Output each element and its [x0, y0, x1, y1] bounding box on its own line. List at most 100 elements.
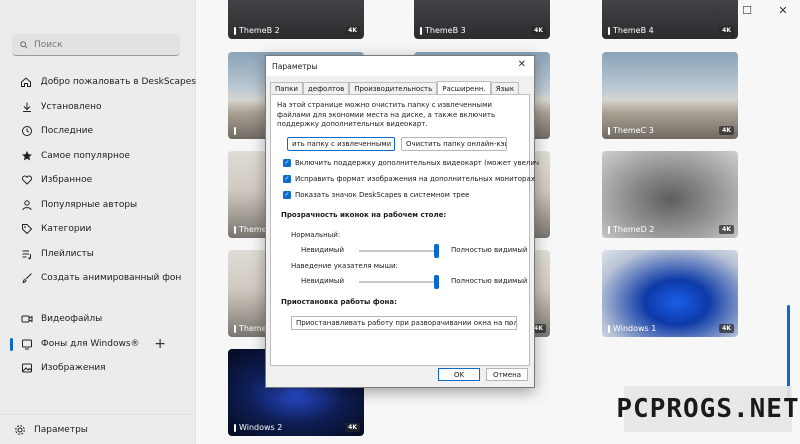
sidebar-item-images[interactable]: Изображения: [0, 356, 196, 381]
checkbox-checked-icon: ✓: [283, 191, 291, 199]
heart-icon: [20, 174, 33, 187]
image-icon: [20, 362, 33, 375]
wallpaper-tile[interactable]: ThemeB 2 4K: [228, 0, 364, 39]
sidebar-item-label: Самое популярное: [41, 150, 130, 161]
slider-thumb[interactable]: [434, 275, 439, 289]
tile-title: Windows 1: [613, 324, 657, 333]
tab-advanced[interactable]: Расширенн.: [437, 81, 491, 95]
tile-title: ThemeB 2: [239, 26, 280, 35]
sidebar-item-favorites[interactable]: Избранное: [0, 168, 196, 193]
pause-mode-select[interactable]: Приостанавливать работу при разворачиван…: [291, 316, 517, 330]
sidebar-item-label: Популярные авторы: [41, 199, 138, 210]
checkbox-checked-icon: ✓: [283, 159, 291, 167]
tile-title: ThemeB 3: [425, 26, 466, 35]
sidebar-item-label: Установлено: [41, 101, 102, 112]
sidebar-item-label: Последние: [41, 126, 94, 137]
resolution-badge: 4K: [719, 225, 734, 234]
checkbox-checked-icon: ✓: [283, 175, 291, 183]
clear-online-cache-button[interactable]: Очистить папку онлайн-кэша: [401, 137, 507, 151]
ok-button[interactable]: OK: [438, 368, 480, 381]
normal-label: Нормальный:: [291, 231, 341, 239]
sidebar-item-label: Плейлисты: [41, 248, 94, 259]
sidebar-item-playlists[interactable]: Плейлисты: [0, 242, 196, 267]
dialog-buttons: OK Отмена: [438, 368, 528, 381]
chevron-down-icon: ⌵: [506, 319, 512, 327]
sidebar-item-label: Изображения: [41, 363, 106, 374]
close-icon[interactable]: ✕: [518, 59, 526, 70]
wallpaper-tile[interactable]: ThemeB 3 4K: [414, 0, 550, 39]
checkbox-extra-gpus[interactable]: ✓ Включить поддержку дополнительных виде…: [283, 159, 539, 167]
dialog-tabs: Папки дефолтов Производительность Расшир…: [270, 81, 520, 95]
checkbox-tray-icon[interactable]: ✓ Показать значок DeskScapes в системном…: [283, 191, 469, 199]
download-icon: [20, 100, 33, 113]
sidebar-item-label: Категории: [41, 224, 92, 235]
watermark-logo: PCPROGS.NET: [616, 386, 799, 432]
add-icon[interactable]: +: [154, 336, 166, 352]
checkbox-fix-aspect[interactable]: ✓ Исправить формат изображения на дополн…: [283, 175, 535, 183]
sidebar-item-installed[interactable]: Установлено: [0, 95, 196, 120]
normal-transparency-slider[interactable]: [359, 244, 439, 258]
sidebar-item-label: Создать анимированный фон: [41, 273, 182, 284]
settings-button[interactable]: Параметры: [0, 414, 196, 444]
hover-transparency-slider[interactable]: [359, 275, 439, 289]
cancel-button[interactable]: Отмена: [486, 368, 528, 381]
advanced-description: На этой странице можно очистить папку с …: [277, 101, 496, 129]
window-controls: — ☐ ✕: [704, 4, 790, 17]
tile-title: ThemeD 2: [613, 225, 655, 234]
pause-mode-value: Приостанавливать работу при разворачиван…: [296, 319, 517, 327]
search-input[interactable]: Поиск: [12, 34, 180, 56]
sidebar-item-videos[interactable]: Видеофайлы: [0, 307, 196, 332]
maximize-button[interactable]: ☐: [740, 4, 754, 17]
hover-min-label: Невидимый: [301, 277, 344, 285]
advanced-panel: На этой странице можно очистить папку с …: [270, 94, 539, 366]
sidebar-item-label: Видеофайлы: [41, 314, 103, 325]
wallpaper-tile[interactable]: ThemeC 3 4K: [602, 52, 738, 139]
sidebar-item-windows-backgrounds[interactable]: Фоны для Windows® +: [0, 332, 196, 357]
sidebar-nav: Добро пожаловать в DeskScapes Установлен…: [0, 70, 196, 291]
minimize-button[interactable]: —: [704, 4, 718, 17]
resolution-badge: 4K: [719, 26, 734, 35]
sidebar-item-create[interactable]: Создать анимированный фон: [0, 266, 196, 291]
hover-label: Наведение указателя мыши:: [291, 262, 398, 270]
dialog-title: Параметры: [266, 56, 534, 76]
checkbox-label: Включить поддержку дополнительных видеок…: [295, 159, 540, 167]
sidebar-item-categories[interactable]: Категории: [0, 217, 196, 242]
clear-extracted-folder-button[interactable]: ить папку с извлеченными фай: [287, 137, 395, 151]
close-window-button[interactable]: ✕: [776, 4, 790, 17]
normal-max-label: Полностью видимый: [451, 246, 528, 254]
resolution-badge: 4K: [345, 423, 360, 432]
playlist-icon: [20, 247, 33, 260]
tile-title: ThemeB 4: [613, 26, 654, 35]
sidebar-item-recent[interactable]: Последние: [0, 119, 196, 144]
sidebar-item-label: Фоны для Windows®: [41, 338, 140, 349]
clock-icon: [20, 125, 33, 138]
sidebar-item-label: Избранное: [41, 175, 93, 186]
settings-dialog: Параметры ✕ Папки дефолтов Производитель…: [265, 55, 539, 388]
slider-thumb[interactable]: [434, 244, 439, 258]
video-icon: [20, 313, 33, 326]
sidebar-item-label: Добро пожаловать в DeskScapes: [40, 77, 196, 88]
sidebar: Поиск Добро пожаловать в DeskScapes Уста…: [0, 0, 196, 444]
resolution-badge: 4K: [345, 26, 360, 35]
star-icon: [20, 149, 33, 162]
resolution-badge: 4K: [531, 26, 546, 35]
pause-heading: Приостановка работы фона:: [281, 298, 397, 306]
search-icon: [20, 40, 28, 49]
resolution-badge: 4K: [719, 324, 734, 333]
home-icon: [20, 76, 33, 89]
gear-icon: [15, 424, 25, 435]
sidebar-nav-secondary: Видеофайлы Фоны для Windows® + Изображен…: [0, 307, 196, 381]
transparency-heading: Прозрачность иконок на рабочем столе:: [281, 211, 447, 219]
tag-icon: [20, 223, 33, 236]
normal-min-label: Невидимый: [301, 246, 344, 254]
settings-label: Параметры: [34, 424, 88, 435]
wallpaper-tile[interactable]: Windows 1 4K: [602, 250, 738, 337]
sidebar-item-popular[interactable]: Самое популярное: [0, 144, 196, 169]
search-placeholder: Поиск: [34, 39, 63, 50]
sidebar-item-welcome[interactable]: Добро пожаловать в DeskScapes: [0, 70, 196, 95]
wallpaper-tile[interactable]: ThemeD 2 4K: [602, 151, 738, 238]
tile-title: Theme: [239, 324, 267, 333]
sidebar-item-authors[interactable]: Популярные авторы: [0, 193, 196, 218]
active-indicator: [10, 337, 13, 351]
tile-title: ThemeC 3: [613, 126, 654, 135]
